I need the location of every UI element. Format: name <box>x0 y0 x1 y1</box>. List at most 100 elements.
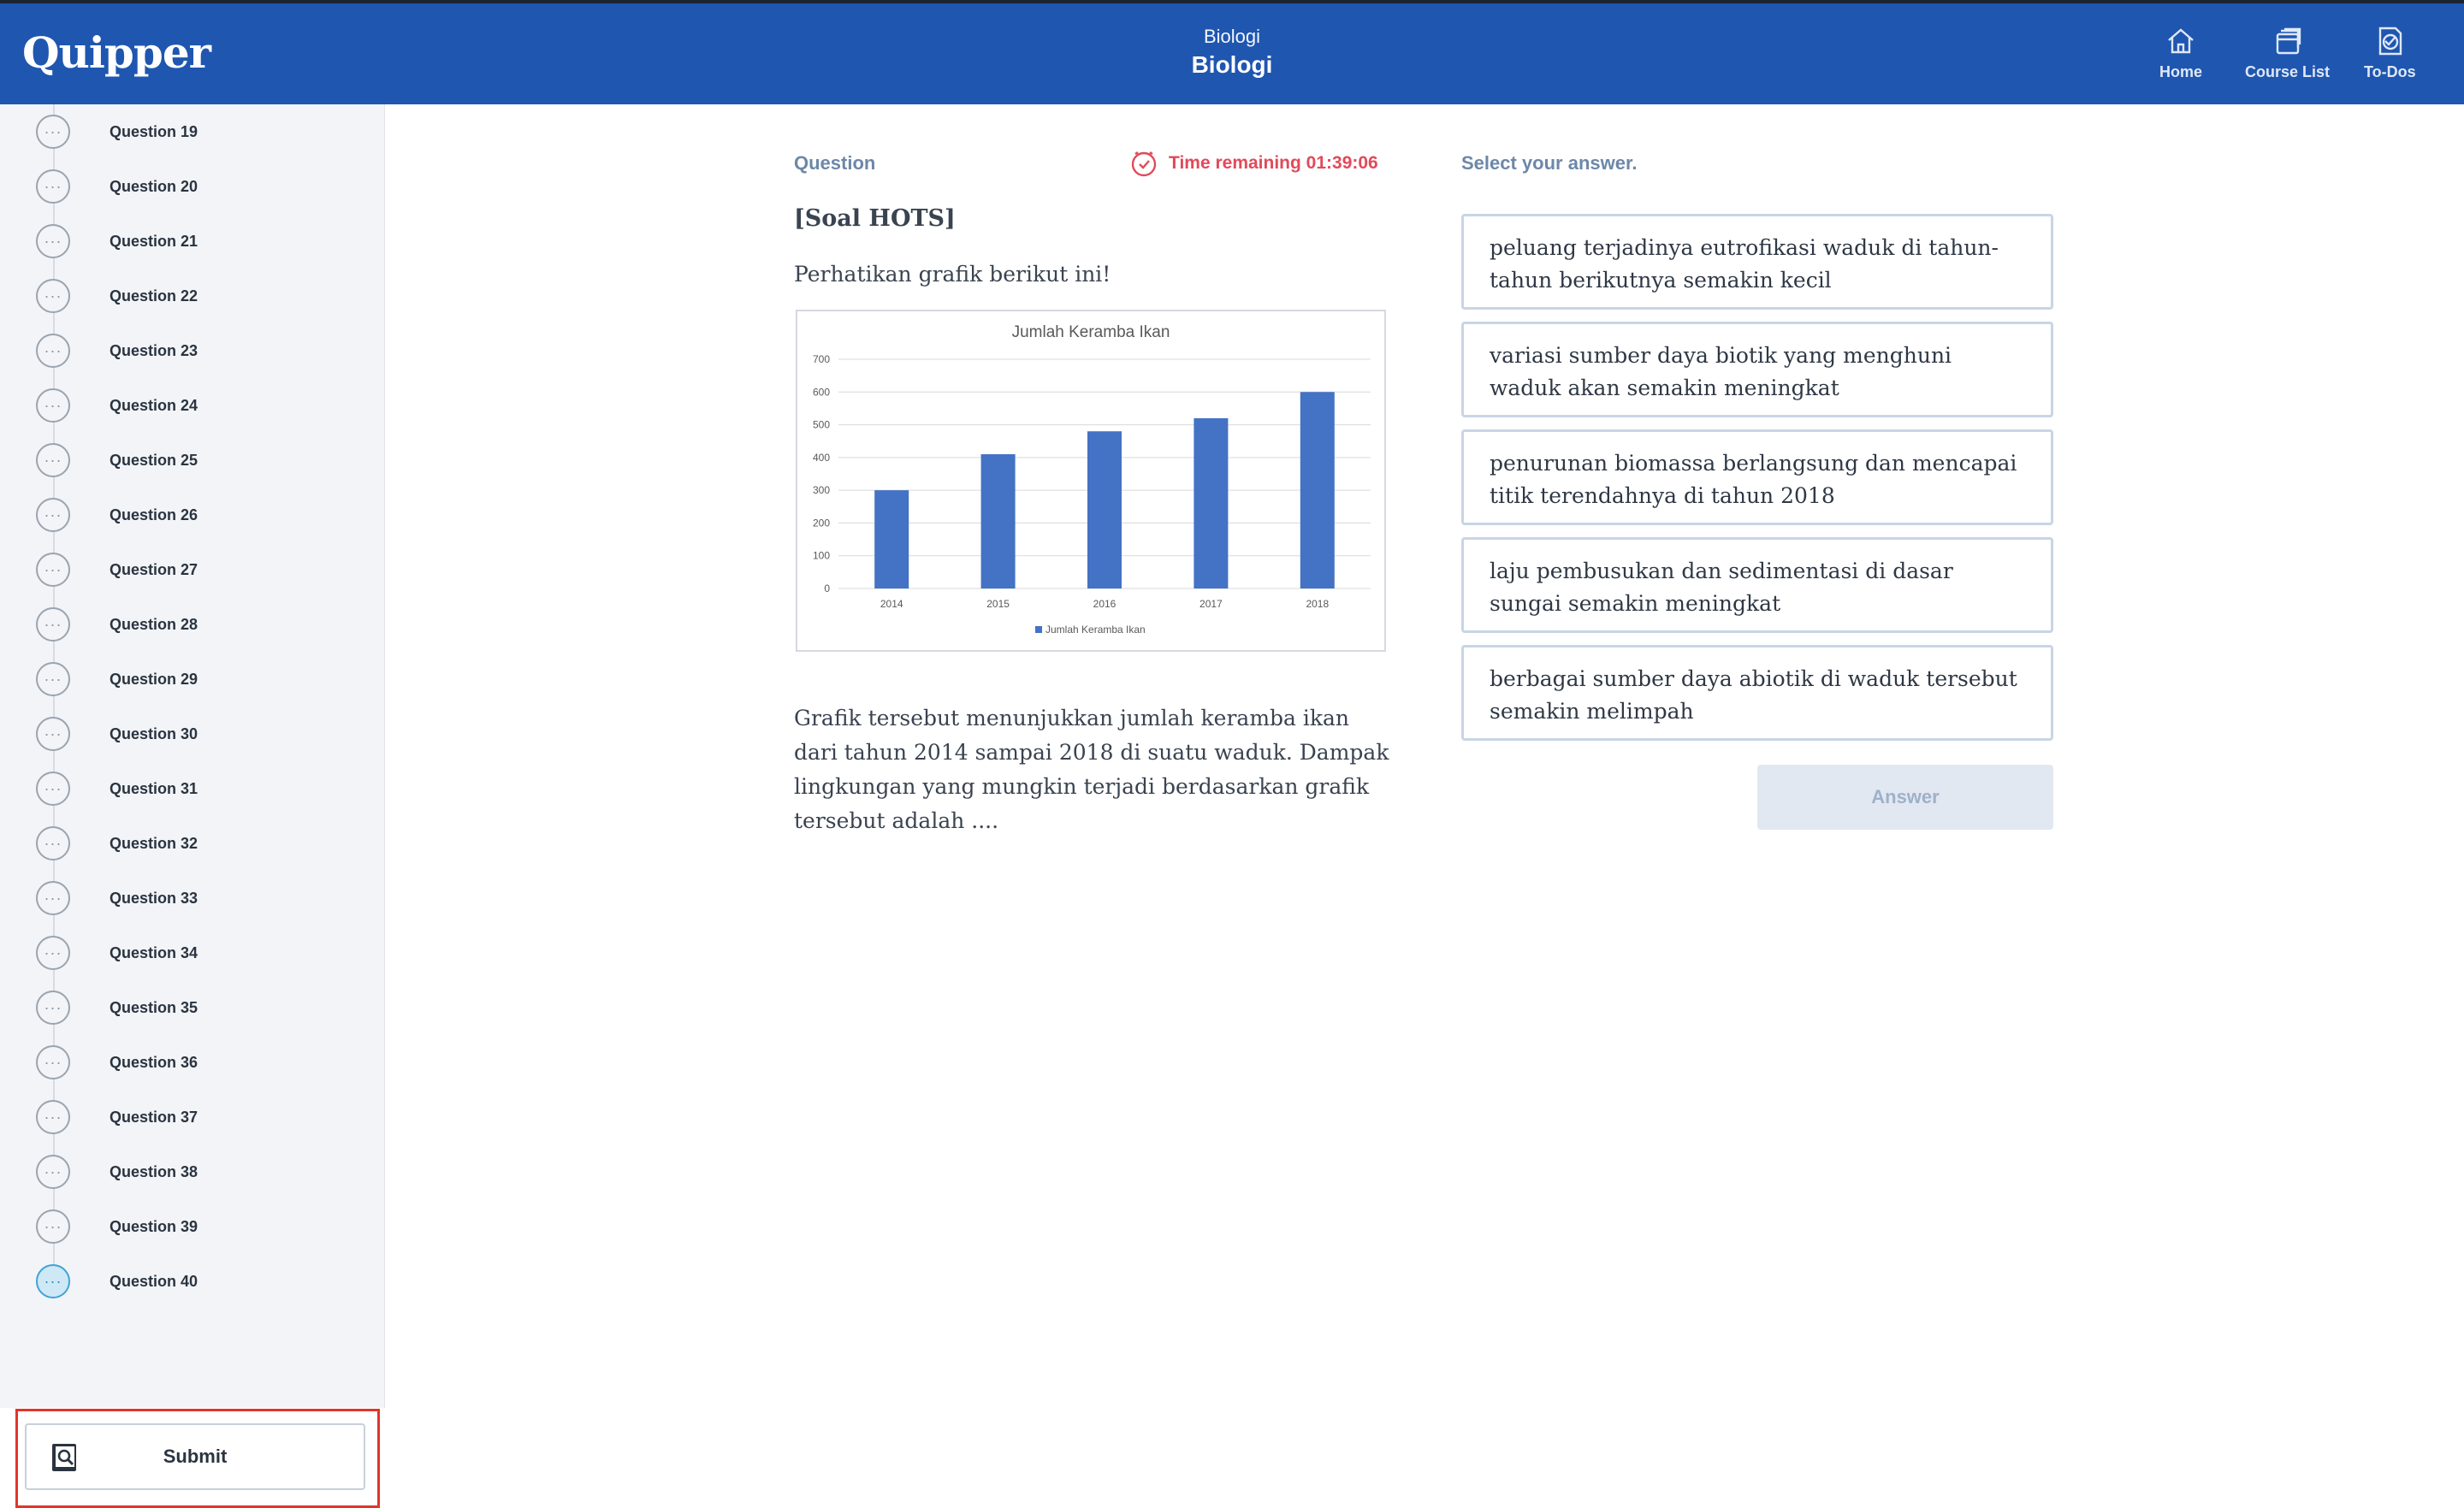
question-status-icon: ··· <box>36 1209 70 1244</box>
question-status-icon: ··· <box>36 224 70 258</box>
question-nav-item[interactable]: ··· Question 33 <box>36 879 198 917</box>
question-nav-item[interactable]: ··· Question 29 <box>36 660 198 698</box>
question-body: Grafik tersebut menunjukkan jumlah keram… <box>794 706 1389 833</box>
answer-option[interactable]: berbagai sumber daya abiotik di waduk te… <box>1461 645 2053 741</box>
question-nav-label: Question 37 <box>110 1108 198 1126</box>
question-status-icon: ··· <box>36 553 70 587</box>
course-title-area: Biologi Biologi <box>1061 26 1403 79</box>
question-nav-item[interactable]: ··· Question 26 <box>36 496 198 534</box>
question-status-icon: ··· <box>36 279 70 313</box>
question-nav-label: Question 33 <box>110 889 198 907</box>
chart-bar <box>1300 392 1335 588</box>
question-nav-label: Question 27 <box>110 560 198 578</box>
question-nav-item[interactable]: ··· Question 39 <box>36 1208 198 1245</box>
question-tag: [Soal HOTS] <box>794 205 956 232</box>
question-status-icon: ··· <box>36 334 70 368</box>
legend-label: Jumlah Keramba Ikan <box>1045 624 1146 636</box>
x-tick-label: 2015 <box>986 598 1010 610</box>
nav-todos[interactable]: To-Dos <box>2364 24 2416 81</box>
question-nav-item[interactable]: ··· Question 20 <box>36 168 198 205</box>
question-nav-label: Question 34 <box>110 943 198 961</box>
question-heading: Question <box>794 152 876 174</box>
course-title: Biologi <box>1191 51 1273 78</box>
question-nav-item[interactable]: ··· Question 30 <box>36 715 198 753</box>
chart-bar <box>1087 431 1122 588</box>
question-nav-label: Question 19 <box>110 122 198 140</box>
x-tick-label: 2018 <box>1306 598 1329 610</box>
question-status-icon: ··· <box>36 498 70 532</box>
question-nav-label: Question 40 <box>110 1272 198 1290</box>
question-nav-label: Question 25 <box>110 451 198 469</box>
question-nav-item[interactable]: ··· Question 40 <box>36 1263 198 1300</box>
submit-highlight-frame: Submit <box>15 1409 380 1508</box>
question-nav-label: Question 35 <box>110 998 198 1016</box>
quipper-logo[interactable]: Quipper <box>22 27 211 78</box>
question-status-icon: ··· <box>36 881 70 915</box>
question-status-icon: ··· <box>36 1155 70 1189</box>
question-nav-item[interactable]: ··· Question 37 <box>36 1098 198 1136</box>
question-nav-item[interactable]: ··· Question 38 <box>36 1153 198 1191</box>
submit-book-icon <box>52 1444 76 1471</box>
question-nav-label: Question 28 <box>110 615 198 633</box>
bar-chart: Jumlah Keramba Ikan 0 100 200 300 400 500 600 70… <box>813 323 1371 636</box>
question-chart: Jumlah Keramba Ikan 0 100 200 300 400 500 600 70… <box>796 310 1386 652</box>
x-tick-label: 2014 <box>880 598 903 610</box>
question-nav-label: Question 21 <box>110 232 198 250</box>
question-nav-item[interactable]: ··· Question 36 <box>36 1044 198 1081</box>
submit-button[interactable]: Submit <box>25 1423 365 1490</box>
home-icon <box>2168 28 2194 54</box>
x-tick-label: 2017 <box>1199 598 1223 610</box>
chart-bar <box>980 454 1016 588</box>
todos-icon <box>2379 27 2402 56</box>
question-status-icon: ··· <box>36 772 70 806</box>
time-remaining: Time remaining 01:39:06 <box>1129 149 1378 178</box>
question-nav-label: Question 30 <box>110 724 198 742</box>
y-tick-label: 100 <box>813 550 830 562</box>
question-nav-label: Question 20 <box>110 177 198 195</box>
question-nav-item[interactable]: ··· Question 25 <box>36 441 198 479</box>
question-nav-label: Question 26 <box>110 506 198 523</box>
question-status-icon: ··· <box>36 936 70 970</box>
nav-course-list-label: Course List <box>2245 63 2331 80</box>
question-nav-item[interactable]: ··· Question 22 <box>36 277 198 315</box>
question-nav-item[interactable]: ··· Question 28 <box>36 606 198 643</box>
nav-home-label: Home <box>2159 63 2203 80</box>
question-nav-label: Question 29 <box>110 670 198 688</box>
question-nav-item[interactable]: ··· Question 31 <box>36 770 198 807</box>
answer-button[interactable]: Answer <box>1757 765 2053 830</box>
question-status-icon: ··· <box>36 1264 70 1298</box>
question-nav-item[interactable]: ··· Question 21 <box>36 222 198 260</box>
question-nav-label: Question 23 <box>110 341 198 359</box>
clock-icon <box>1131 151 1157 177</box>
question-nav-item[interactable]: ··· Question 23 <box>36 332 198 370</box>
question-nav-item[interactable]: ··· Question 27 <box>36 551 198 588</box>
y-tick-label: 500 <box>813 419 830 431</box>
question-status-icon: ··· <box>36 443 70 477</box>
answer-option[interactable]: variasi sumber daya biotik yang menghuni… <box>1461 322 2053 417</box>
answers-heading: Select your answer. <box>1461 152 1638 174</box>
question-status-icon: ··· <box>36 826 70 860</box>
question-nav-item[interactable]: ··· Question 24 <box>36 387 198 424</box>
question-nav-label: Question 31 <box>110 779 198 797</box>
course-list-icon <box>2276 27 2301 55</box>
question-nav-label: Question 32 <box>110 834 198 852</box>
y-tick-label: 600 <box>813 386 830 398</box>
nav-home[interactable]: Home <box>2159 24 2202 81</box>
question-nav-label: Question 39 <box>110 1217 198 1235</box>
question-nav-item[interactable]: ··· Question 34 <box>36 934 198 972</box>
question-status-icon: ··· <box>36 388 70 423</box>
question-sidebar: ··· Question 19 ··· Question 20 ··· Question … <box>0 104 385 1508</box>
timer-text: Time remaining 01:39:06 <box>1169 153 1378 173</box>
nav-course-list[interactable]: Course List <box>2245 24 2330 81</box>
question-status-icon: ··· <box>36 1045 70 1079</box>
question-nav-item[interactable]: ··· Question 35 <box>36 989 198 1026</box>
question-nav-label: Question 36 <box>110 1053 198 1071</box>
x-tick-label: 2016 <box>1093 598 1116 610</box>
answer-option[interactable]: laju pembusukan dan sedimentasi di dasar… <box>1461 537 2053 633</box>
y-tick-label: 300 <box>813 484 830 496</box>
question-nav-item[interactable]: ··· Question 19 <box>36 113 198 151</box>
question-nav-item[interactable]: ··· Question 32 <box>36 825 198 862</box>
answer-option[interactable]: penurunan biomassa berlangsung dan menca… <box>1461 429 2053 525</box>
answer-option[interactable]: peluang terjadinya eutrofikasi waduk di … <box>1461 214 2053 310</box>
question-intro: Perhatikan grafik berikut ini! <box>794 262 1111 287</box>
